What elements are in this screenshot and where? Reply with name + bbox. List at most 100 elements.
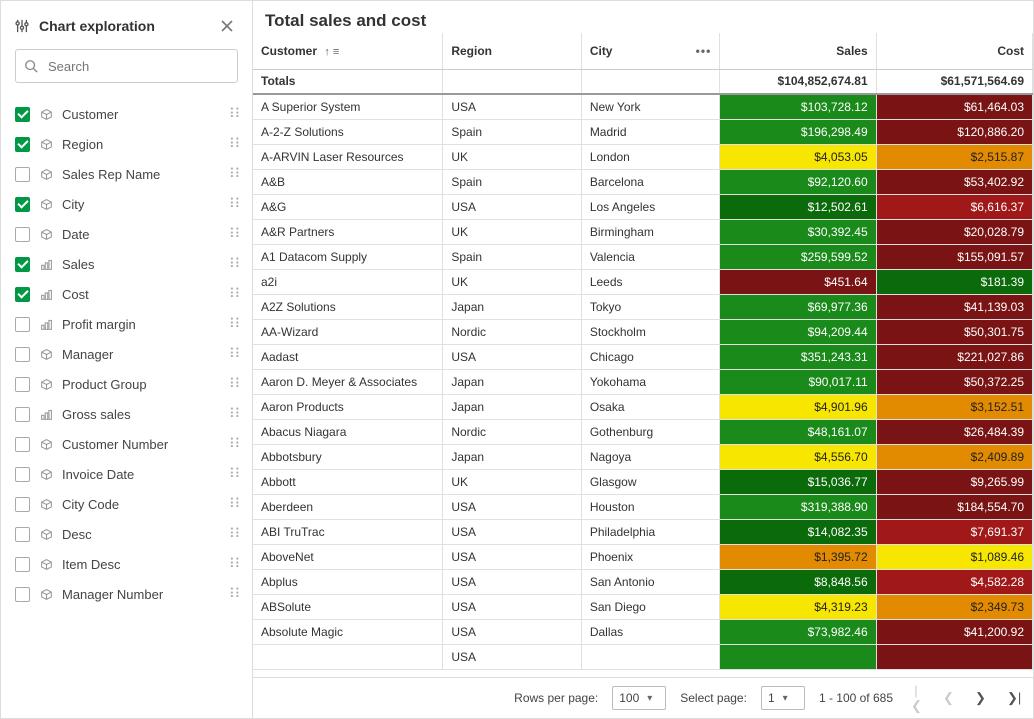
field-item[interactable]: Desc: [15, 519, 246, 549]
field-item[interactable]: Customer Number: [15, 429, 246, 459]
table-row[interactable]: A&GUSALos Angeles$12,502.61$6,616.37: [253, 194, 1033, 219]
field-item[interactable]: Item Desc: [15, 549, 246, 579]
col-cost[interactable]: Cost: [876, 33, 1032, 69]
table-row[interactable]: Aaron ProductsJapanOsaka$4,901.96$3,152.…: [253, 394, 1033, 419]
select-page-select[interactable]: 1 ▾: [761, 686, 805, 710]
field-item[interactable]: Product Group: [15, 369, 246, 399]
col-city[interactable]: City •••: [581, 33, 719, 69]
field-item[interactable]: Sales Rep Name: [15, 159, 246, 189]
checkbox[interactable]: [15, 137, 30, 152]
cube-icon: [40, 168, 54, 181]
table-row[interactable]: A Superior SystemUSANew York$103,728.12$…: [253, 94, 1033, 119]
col-customer[interactable]: Customer ↑ ≡: [253, 33, 443, 69]
search-box[interactable]: [15, 49, 238, 83]
checkbox[interactable]: [15, 257, 30, 272]
sliders-icon: [15, 19, 29, 33]
field-item[interactable]: Customer: [15, 99, 246, 129]
drag-handle-icon[interactable]: [223, 201, 246, 208]
table-row[interactable]: Abacus NiagaraNordicGothenburg$48,161.07…: [253, 419, 1033, 444]
checkbox[interactable]: [15, 467, 30, 482]
checkbox[interactable]: [15, 107, 30, 122]
close-button[interactable]: [216, 15, 238, 37]
col-region[interactable]: Region: [443, 33, 581, 69]
table-row[interactable]: AA-WizardNordicStockholm$94,209.44$50,30…: [253, 319, 1033, 344]
table-row[interactable]: ABI TruTracUSAPhiladelphia$14,082.35$7,6…: [253, 519, 1033, 544]
drag-handle-icon[interactable]: [223, 471, 246, 478]
table-row[interactable]: AadastUSAChicago$351,243.31$221,027.86: [253, 344, 1033, 369]
table-row[interactable]: A&R PartnersUKBirmingham$30,392.45$20,02…: [253, 219, 1033, 244]
drag-handle-icon[interactable]: [223, 351, 246, 358]
table-row[interactable]: A&BSpainBarcelona$92,120.60$53,402.92: [253, 169, 1033, 194]
field-label: Item Desc: [62, 557, 223, 572]
first-page-button[interactable]: |❮: [907, 679, 925, 718]
field-item[interactable]: Profit margin: [15, 309, 246, 339]
search-input[interactable]: [46, 58, 229, 75]
drag-handle-icon[interactable]: [223, 441, 246, 448]
field-item[interactable]: Sales: [15, 249, 246, 279]
cell-region: USA: [443, 594, 581, 619]
cell-region: USA: [443, 344, 581, 369]
field-item[interactable]: Invoice Date: [15, 459, 246, 489]
drag-handle-icon[interactable]: [223, 561, 246, 568]
cell-customer: Aberdeen: [253, 494, 443, 519]
drag-handle-icon[interactable]: [223, 411, 246, 418]
cell-customer: A Superior System: [253, 94, 443, 119]
drag-handle-icon[interactable]: [223, 591, 246, 598]
field-item[interactable]: City: [15, 189, 246, 219]
field-item[interactable]: Region: [15, 129, 246, 159]
checkbox[interactable]: [15, 497, 30, 512]
table-scroll[interactable]: Customer ↑ ≡ Region City ••• Sales Cost: [253, 33, 1033, 678]
checkbox[interactable]: [15, 317, 30, 332]
table-row[interactable]: AbbotsburyJapanNagoya$4,556.70$2,409.89: [253, 444, 1033, 469]
drag-handle-icon[interactable]: [223, 171, 246, 178]
prev-page-button[interactable]: ❮: [939, 686, 957, 710]
cell-customer: Abplus: [253, 569, 443, 594]
checkbox[interactable]: [15, 527, 30, 542]
field-item[interactable]: Manager Number: [15, 579, 246, 609]
drag-handle-icon[interactable]: [223, 321, 246, 328]
more-icon[interactable]: •••: [696, 44, 712, 58]
table-row[interactable]: A-ARVIN Laser ResourcesUKLondon$4,053.05…: [253, 144, 1033, 169]
table-row[interactable]: a2iUKLeeds$451.64$181.39: [253, 269, 1033, 294]
checkbox[interactable]: [15, 227, 30, 242]
field-item[interactable]: Cost: [15, 279, 246, 309]
checkbox[interactable]: [15, 377, 30, 392]
field-item[interactable]: Gross sales: [15, 399, 246, 429]
field-item[interactable]: Manager: [15, 339, 246, 369]
table-row[interactable]: AberdeenUSAHouston$319,388.90$184,554.70: [253, 494, 1033, 519]
table-row[interactable]: Aaron D. Meyer & AssociatesJapanYokohama…: [253, 369, 1033, 394]
next-page-button[interactable]: ❯: [971, 686, 989, 710]
drag-handle-icon[interactable]: [223, 141, 246, 148]
rows-per-page-select[interactable]: 100 ▾: [612, 686, 666, 710]
field-item[interactable]: City Code: [15, 489, 246, 519]
table-row[interactable]: USA: [253, 644, 1033, 669]
table-row[interactable]: AbbottUKGlasgow$15,036.77$9,265.99: [253, 469, 1033, 494]
table-row[interactable]: A-2-Z SolutionsSpainMadrid$196,298.49$12…: [253, 119, 1033, 144]
table-row[interactable]: A2Z SolutionsJapanTokyo$69,977.36$41,139…: [253, 294, 1033, 319]
last-page-button[interactable]: ❯|: [1003, 686, 1021, 710]
table-row[interactable]: A1 Datacom SupplySpainValencia$259,599.5…: [253, 244, 1033, 269]
checkbox[interactable]: [15, 557, 30, 572]
checkbox[interactable]: [15, 287, 30, 302]
checkbox[interactable]: [15, 167, 30, 182]
drag-handle-icon[interactable]: [223, 531, 246, 538]
table-row[interactable]: Absolute MagicUSADallas$73,982.46$41,200…: [253, 619, 1033, 644]
checkbox[interactable]: [15, 437, 30, 452]
drag-handle-icon[interactable]: [223, 111, 246, 118]
drag-handle-icon[interactable]: [223, 501, 246, 508]
checkbox[interactable]: [15, 197, 30, 212]
drag-handle-icon[interactable]: [223, 261, 246, 268]
checkbox[interactable]: [15, 407, 30, 422]
field-label: Invoice Date: [62, 467, 223, 482]
table-row[interactable]: AbplusUSASan Antonio$8,848.56$4,582.28: [253, 569, 1033, 594]
drag-handle-icon[interactable]: [223, 291, 246, 298]
checkbox[interactable]: [15, 347, 30, 362]
cell-sales: $92,120.60: [720, 169, 876, 194]
table-row[interactable]: ABSoluteUSASan Diego$4,319.23$2,349.73: [253, 594, 1033, 619]
col-sales[interactable]: Sales: [720, 33, 876, 69]
drag-handle-icon[interactable]: [223, 231, 246, 238]
drag-handle-icon[interactable]: [223, 381, 246, 388]
checkbox[interactable]: [15, 587, 30, 602]
field-item[interactable]: Date: [15, 219, 246, 249]
table-row[interactable]: AboveNetUSAPhoenix$1,395.72$1,089.46: [253, 544, 1033, 569]
